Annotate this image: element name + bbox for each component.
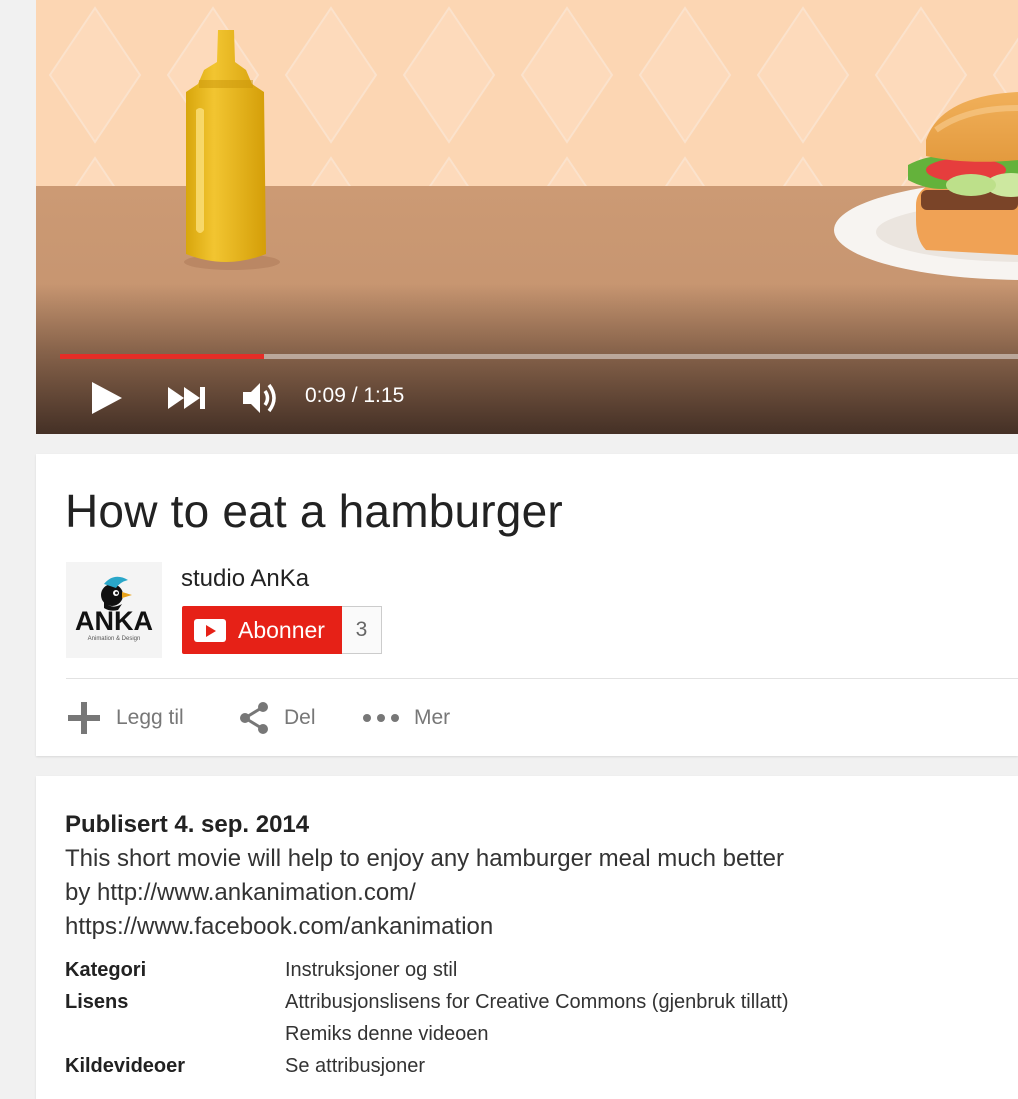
source-videos-link[interactable]: Se attribusjoner [285, 1055, 425, 1078]
video-player[interactable]: 0:09 / 1:15 [36, 0, 1018, 434]
volume-button[interactable] [240, 378, 280, 418]
svg-text:Animation & Design: Animation & Design [88, 636, 141, 642]
subscriber-count: 3 [342, 606, 382, 654]
video-info-card: How to eat a hamburger ANKA Animation & … [36, 454, 1018, 756]
category-label: Kategori [65, 959, 147, 981]
description-card: Publisert 4. sep. 2014 This short movie … [36, 776, 1018, 1099]
remix-link[interactable]: Remiks denne videoen [285, 1023, 488, 1046]
next-button[interactable] [166, 382, 208, 414]
share-label: Del [284, 706, 316, 729]
anka-logo-icon: ANKA Animation & Design [66, 562, 162, 658]
channel-name-link[interactable]: studio AnKa [181, 565, 309, 593]
video-title: How to eat a hamburger [65, 485, 563, 537]
youtube-play-icon [194, 619, 226, 642]
skip-next-icon [168, 387, 205, 409]
divider [66, 678, 1018, 679]
description-link[interactable]: by http://www.ankanimation.com/ [65, 879, 416, 907]
add-to-label: Legg til [116, 706, 184, 729]
add-to-button[interactable]: Legg til [66, 698, 184, 738]
svg-text:ANKA: ANKA [75, 606, 153, 636]
publish-date: Publisert 4. sep. 2014 [65, 811, 310, 838]
channel-avatar[interactable]: ANKA Animation & Design [66, 562, 162, 658]
description-link[interactable]: https://www.facebook.com/ankanimation [65, 913, 493, 941]
category-value[interactable]: Instruksjoner og stil [285, 959, 457, 982]
play-icon [92, 382, 122, 414]
progress-bar[interactable] [60, 354, 1018, 359]
more-label: Mer [414, 706, 451, 729]
subscribe-label: Abonner [238, 617, 325, 643]
volume-icon [243, 383, 276, 413]
play-button[interactable] [88, 378, 128, 418]
progress-played [60, 354, 265, 359]
license-value[interactable]: Attribusjonslisens for Creative Commons … [285, 991, 789, 1014]
more-dots-icon [363, 714, 399, 722]
source-videos-label: Kildevideoer [65, 1055, 186, 1077]
share-button[interactable]: Del [238, 698, 316, 738]
subscribe-button[interactable]: Abonner [182, 606, 342, 654]
license-label: Lisens [65, 991, 129, 1013]
description-line: This short movie will help to enjoy any … [65, 845, 784, 872]
time-display: 0:09 / 1:15 [305, 384, 405, 407]
more-button[interactable]: Mer [362, 698, 450, 738]
share-icon [240, 702, 268, 734]
plus-icon [68, 702, 100, 734]
